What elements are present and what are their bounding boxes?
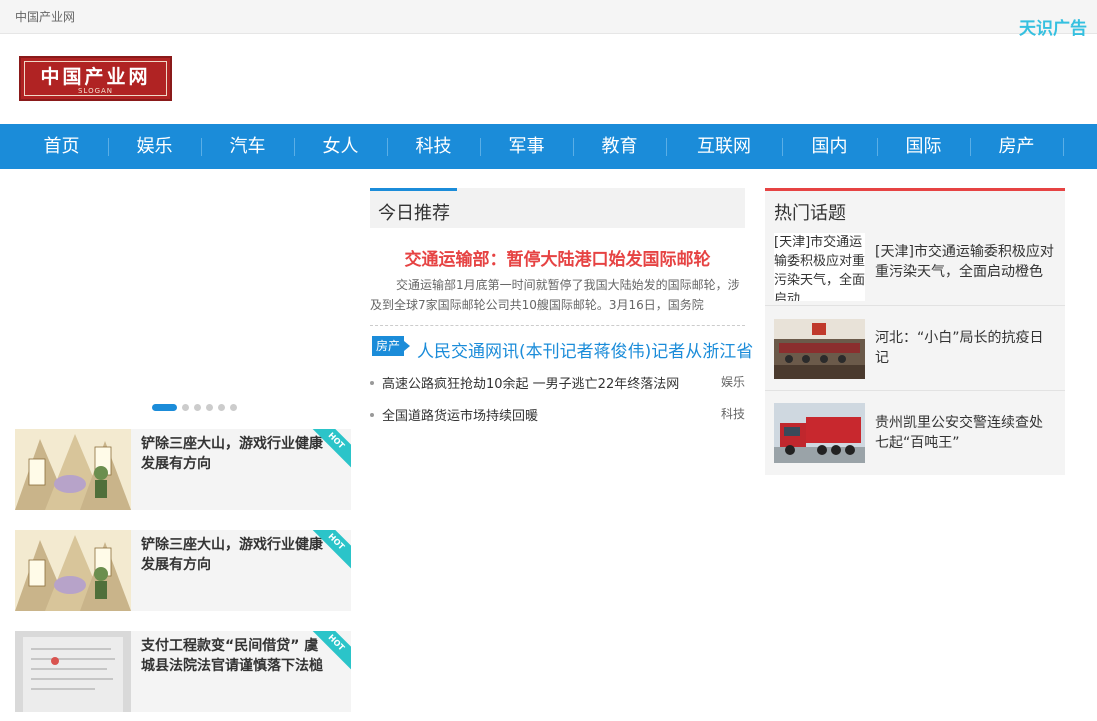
- top-bar: 中国产业网 天识广告: [0, 0, 1097, 39]
- hot-topic-title[interactable]: 贵州凯里公安交警连续查处七起“百吨王”: [875, 413, 1055, 453]
- list-item-title[interactable]: 高速公路疯狂抢劫10余起 一男子逃亡22年终落法网: [382, 373, 679, 392]
- list-item-title[interactable]: 全国道路货运市场持续回暖: [382, 405, 538, 424]
- panel-accent-line: [765, 188, 1065, 191]
- site-name-link[interactable]: 中国产业网: [15, 8, 75, 25]
- nav-item-home[interactable]: 首页: [15, 124, 108, 169]
- bullet-icon: [370, 381, 374, 385]
- ad-label[interactable]: 天识广告: [1019, 14, 1087, 39]
- nav-item-international[interactable]: 国际: [877, 124, 970, 169]
- header-accent-line: [370, 188, 457, 191]
- slider-dot-active[interactable]: [152, 404, 177, 411]
- cartoon-thumbnail: [15, 429, 131, 510]
- broken-image-alt[interactable]: [天津]市交通运输委积极应对重污染天气，全面启动: [774, 233, 865, 301]
- hot-topic-title[interactable]: 河北：“小白”局长的抗疫日记: [875, 328, 1055, 368]
- slider-dot[interactable]: [230, 404, 237, 411]
- slider-dot[interactable]: [182, 404, 189, 411]
- today-recommend-header: 今日推荐: [370, 188, 745, 228]
- nav-item-entertainment[interactable]: 娱乐: [108, 124, 201, 169]
- category-tag[interactable]: 房产: [372, 336, 404, 356]
- hot-topic-item[interactable]: 河北：“小白”局长的抗疫日记: [765, 305, 1065, 390]
- nav-item-women[interactable]: 女人: [294, 124, 387, 169]
- card-title[interactable]: 支付工程款变“民间借贷” 虞城县法院法官请谨慎落下法槌: [141, 636, 331, 676]
- hot-topics-panel: 热门话题 [天津]市交通运输委积极应对重污染天气，全面启动 [天津]市交通运输委…: [765, 188, 1065, 475]
- slider-dot[interactable]: [206, 404, 213, 411]
- list-item-category[interactable]: 科技: [721, 405, 745, 422]
- cartoon-thumbnail: [15, 530, 131, 611]
- news-card[interactable]: 铲除三座大山，游戏行业健康发展有方向 HOT: [15, 429, 351, 510]
- nav-item-internet[interactable]: 互联网: [666, 124, 782, 169]
- hot-topics-title: 热门话题: [774, 203, 846, 224]
- meeting-photo: [774, 319, 865, 379]
- headline-link[interactable]: 交通运输部：暂停大陆港口始发国际邮轮: [370, 245, 745, 270]
- slider-dot[interactable]: [218, 404, 225, 411]
- dashed-divider: [370, 325, 745, 326]
- bullet-icon: [370, 413, 374, 417]
- nav-item-military[interactable]: 军事: [480, 124, 573, 169]
- nav-item-education[interactable]: 教育: [573, 124, 666, 169]
- list-item-category[interactable]: 娱乐: [721, 373, 745, 390]
- slider-dot[interactable]: [194, 404, 201, 411]
- tag-arrow-icon: [404, 341, 410, 351]
- nav-item-auto[interactable]: 汽车: [201, 124, 294, 169]
- list-item[interactable]: 全国道路货运市场持续回暖 科技: [370, 405, 745, 425]
- nav-item-realestate[interactable]: 房产: [970, 124, 1063, 169]
- logo-slogan: SLOGAN: [77, 87, 114, 95]
- nav-item-domestic[interactable]: 国内: [782, 124, 877, 169]
- card-title[interactable]: 铲除三座大山，游戏行业健康发展有方向: [141, 434, 331, 474]
- main-nav: 首页 娱乐 汽车 女人 科技 军事 教育 互联网 国内 国际 房产: [0, 124, 1097, 169]
- nav-item-tech[interactable]: 科技: [387, 124, 480, 169]
- lead-story-link[interactable]: 人民交通网讯(本刊记者蒋俊伟)记者从浙江省: [417, 337, 753, 362]
- list-item[interactable]: 高速公路疯狂抢劫10余起 一男子逃亡22年终落法网 娱乐: [370, 373, 745, 393]
- document-thumbnail: [15, 631, 131, 712]
- site-logo[interactable]: 中国产业网 SLOGAN: [19, 56, 172, 101]
- headline-summary: 交通运输部1月底第一时间就暂停了我国大陆始发的国际邮轮，涉及到全球7家国际邮轮公…: [370, 278, 740, 312]
- truck-photo: [774, 403, 865, 463]
- today-recommend-title: 今日推荐: [378, 203, 450, 224]
- card-title[interactable]: 铲除三座大山，游戏行业健康发展有方向: [141, 535, 331, 575]
- nav-divider: [1063, 138, 1064, 156]
- logo-title: 中国产业网: [40, 66, 151, 88]
- news-card[interactable]: 铲除三座大山，游戏行业健康发展有方向 HOT: [15, 530, 351, 611]
- news-card[interactable]: 支付工程款变“民间借贷” 虞城县法院法官请谨慎落下法槌 HOT: [15, 631, 351, 712]
- hot-topic-title[interactable]: [天津]市交通运输委积极应对重污染天气，全面启动橙色: [875, 242, 1055, 282]
- hot-topic-item[interactable]: 贵州凯里公安交警连续查处七起“百吨王”: [765, 390, 1065, 475]
